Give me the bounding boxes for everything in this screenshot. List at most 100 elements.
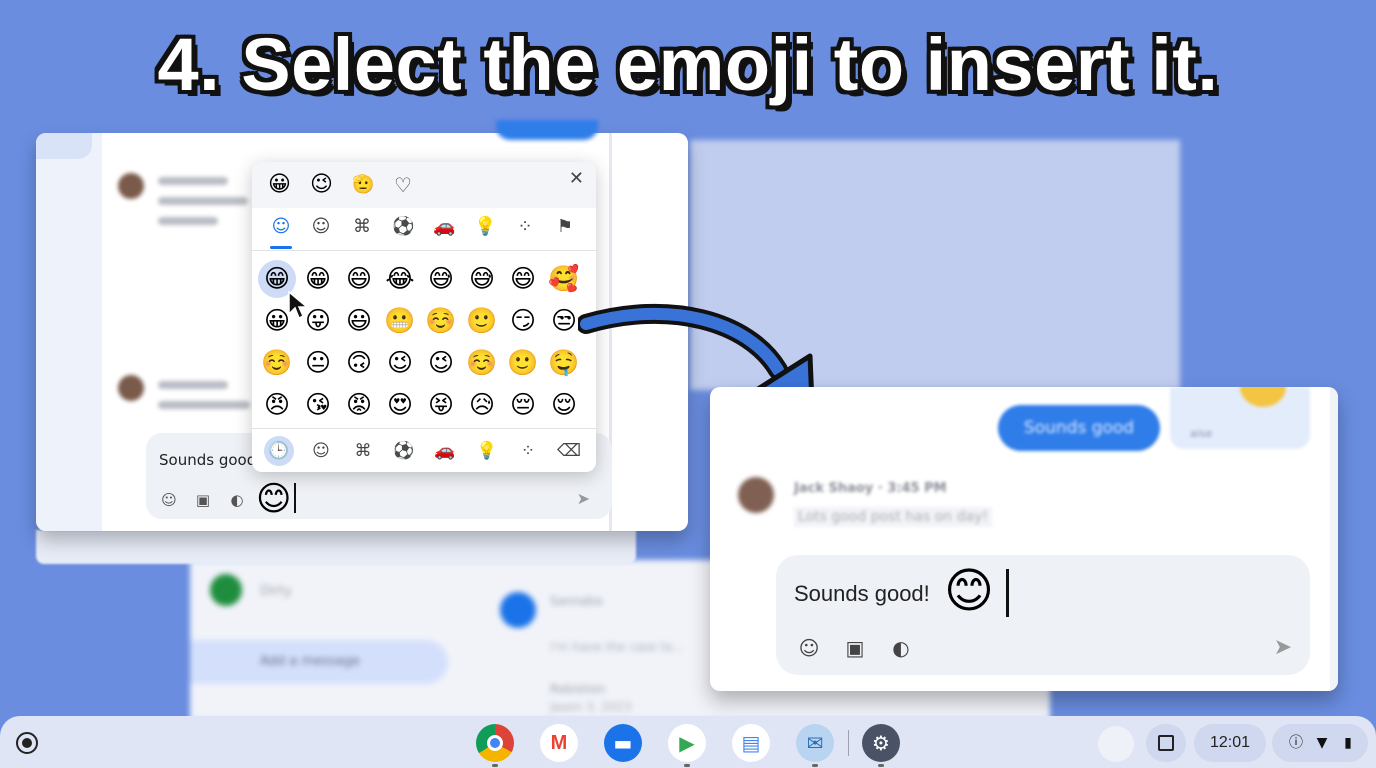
overview-button[interactable]: [1146, 724, 1186, 762]
emoji-button-icon[interactable]: ☺: [796, 635, 822, 661]
text-caret: [1006, 569, 1009, 617]
close-icon[interactable]: ✕: [569, 168, 584, 189]
message-text: [158, 217, 218, 225]
emoji-cell[interactable]: ☺️: [258, 344, 296, 382]
suggested-emoji[interactable]: 🫡: [352, 172, 374, 198]
status-area[interactable]: ⓘ ▼ ▮: [1272, 724, 1368, 762]
message-composer[interactable]: Sounds good! 😊 ☺ ▣ ◐ ➤: [776, 555, 1310, 675]
running-indicator: [878, 764, 884, 767]
message-text: [158, 401, 250, 409]
message-text: Lots good post has on day!: [794, 507, 992, 527]
tab-activities-icon[interactable]: ⚽: [389, 436, 419, 466]
launcher-icon[interactable]: [16, 732, 38, 754]
wifi-icon: ▼: [1316, 735, 1328, 751]
files-icon[interactable]: ▬: [604, 724, 642, 762]
divider: [252, 428, 596, 429]
shelf-divider: [848, 730, 849, 756]
avatar: [738, 477, 774, 513]
tray-item[interactable]: [1098, 726, 1134, 762]
send-icon[interactable]: ➤: [1274, 635, 1292, 660]
tab-flags-icon[interactable]: ⚑: [554, 216, 576, 238]
mouse-cursor-icon: [288, 290, 309, 320]
image-icon[interactable]: ▣: [842, 635, 868, 661]
tab-objects-icon[interactable]: 💡: [474, 216, 496, 238]
avatar: [118, 375, 144, 401]
docs-icon[interactable]: ▤: [732, 724, 770, 762]
emoji-cell[interactable]: 😉: [422, 344, 460, 382]
emoji-cell[interactable]: 🙃: [340, 344, 378, 382]
emoji-cell[interactable]: 🥰: [545, 260, 583, 298]
tab-smileys-icon[interactable]: ☺: [270, 216, 292, 238]
settings-icon[interactable]: ⚙: [862, 724, 900, 762]
emoji-cell[interactable]: 😅: [422, 260, 460, 298]
emoji-cell[interactable]: 😘: [299, 386, 337, 424]
suggested-emoji[interactable]: 😉: [310, 172, 333, 198]
emoji-cell[interactable]: ☺️: [422, 302, 460, 340]
running-indicator: [492, 764, 498, 767]
tab-travel-icon[interactable]: 🚗: [433, 216, 455, 238]
page-title: 4. Select the emoji to insert it.: [157, 23, 1219, 106]
emoji-cell[interactable]: 😅: [463, 260, 501, 298]
sent-bubble: Sounds good: [998, 405, 1160, 451]
info-icon: ⓘ: [1289, 735, 1303, 751]
message-author: [158, 177, 228, 185]
tab-animals-icon[interactable]: ⌘: [348, 436, 378, 466]
emoji-reaction: [1240, 387, 1286, 407]
emoji-cell[interactable]: 🙂: [504, 344, 542, 382]
emoji-cell[interactable]: 😄: [504, 260, 542, 298]
emoji-cell[interactable]: 😄: [340, 260, 378, 298]
sidebar-pill: [36, 133, 92, 159]
tab-activities-icon[interactable]: ⚽: [392, 216, 414, 238]
palette-icon[interactable]: ◐: [228, 491, 246, 509]
side-card: aise: [1170, 387, 1310, 449]
image-icon[interactable]: ▣: [194, 491, 212, 509]
emoji-cell[interactable]: 🙂: [463, 302, 501, 340]
gmail-icon[interactable]: M: [540, 724, 578, 762]
emoji-cell[interactable]: 😏: [504, 302, 542, 340]
tab-symbols-icon[interactable]: ⁘: [514, 216, 536, 238]
emoji-cell[interactable]: 😥: [463, 386, 501, 424]
window-shadow: [36, 530, 636, 564]
emoji-cell[interactable]: 😬: [381, 302, 419, 340]
tab-animals-icon[interactable]: ⌘: [351, 216, 373, 238]
emoji-cell[interactable]: 😐: [299, 344, 337, 382]
emoji-cell[interactable]: 😍: [381, 386, 419, 424]
emoji-cell[interactable]: 😔: [504, 386, 542, 424]
chrome-icon[interactable]: [476, 724, 514, 762]
message-author: [158, 381, 228, 389]
sent-bubble-text: Sounds good: [1023, 418, 1135, 438]
message-author: Jack Shaoy · 3:45 PM: [794, 481, 947, 496]
emoji-cell[interactable]: 😠: [258, 386, 296, 424]
active-tab-indicator: [270, 246, 292, 249]
emoji-cell[interactable]: 😝: [422, 386, 460, 424]
palette-icon[interactable]: ◐: [888, 635, 914, 661]
clock[interactable]: 12:01: [1194, 724, 1266, 762]
category-tabs: ☺ ☺ ⌘ ⚽ 🚗 💡 ⁘ ⚑: [252, 214, 596, 250]
emoji-cell[interactable]: 😡: [340, 386, 378, 424]
send-icon[interactable]: ➤: [577, 489, 590, 508]
tab-people-icon[interactable]: ☺: [306, 436, 336, 466]
emoji-cell[interactable]: 😉: [381, 344, 419, 382]
inserted-emoji: 😊: [944, 563, 995, 619]
tab-objects-icon[interactable]: 💡: [472, 436, 502, 466]
tab-travel-icon[interactable]: 🚗: [430, 436, 460, 466]
running-indicator: [812, 764, 818, 767]
emoji-button-icon[interactable]: ☺: [160, 491, 178, 509]
tab-symbols-icon[interactable]: ⁘: [513, 436, 543, 466]
emoji-cell[interactable]: 😂: [381, 260, 419, 298]
chat-window-right: Sounds good aise Jack Shaoy · 3:45 PM Lo…: [710, 387, 1338, 691]
play-store-icon[interactable]: ▶: [668, 724, 706, 762]
emoji-cell[interactable]: 😃: [340, 302, 378, 340]
tab-people-icon[interactable]: ☺: [310, 216, 332, 238]
emoji-cell[interactable]: ☺️: [463, 344, 501, 382]
heart-icon[interactable]: ♡: [394, 172, 412, 198]
divider: [252, 250, 596, 251]
text-caret: [294, 483, 296, 513]
suggested-emoji[interactable]: 😀: [268, 172, 291, 198]
recent-icon[interactable]: 🕒: [264, 436, 294, 466]
mail-icon[interactable]: ✉: [796, 724, 834, 762]
sent-bubble: [496, 120, 598, 140]
message-text: [158, 197, 248, 205]
window-edge: [1330, 387, 1338, 691]
inserted-emoji: 😊: [256, 479, 292, 519]
